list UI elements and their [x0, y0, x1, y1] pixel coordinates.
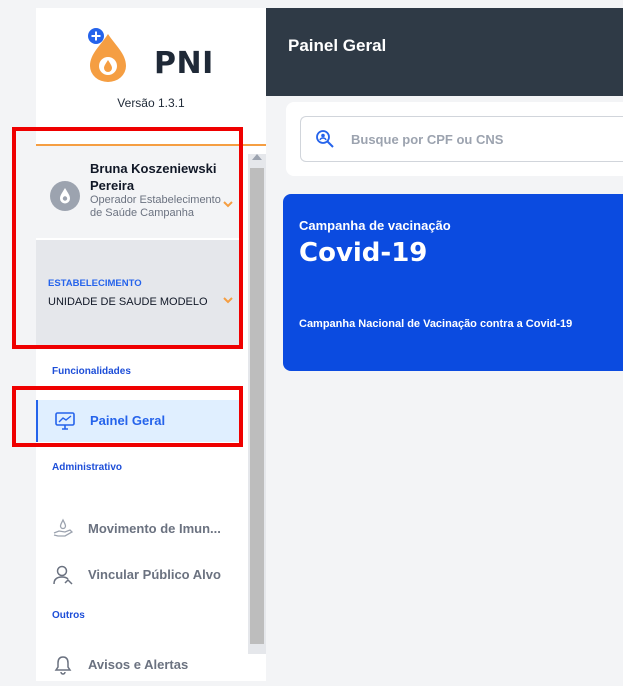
section-title-funcionalidades: Funcionalidades [52, 366, 131, 377]
campaign-title: Covid-19 [299, 238, 428, 268]
section-title-outros: Outros [52, 610, 85, 621]
sidebar-item-movimento-imunobiologicos[interactable]: Movimento de Imun... [36, 508, 241, 550]
highlight-box [12, 386, 243, 447]
header-strip [266, 88, 623, 96]
app-page: PNI Versão 1.3.1 Bruna Koszeniewski Pere… [0, 0, 623, 681]
campaign-kicker: Campanha de vacinação [299, 218, 451, 233]
highlight-box [12, 127, 243, 349]
user-link-icon [53, 565, 73, 585]
hand-drop-icon [53, 518, 74, 537]
scroll-up-arrow-icon[interactable] [252, 154, 262, 160]
search-input[interactable]: Busque por CPF ou CNS [300, 116, 623, 162]
sidebar-item-avisos-alertas[interactable]: Avisos e Alertas [36, 644, 241, 686]
section-title-administrativo: Administrativo [52, 462, 123, 473]
top-header: Painel Geral [266, 8, 623, 88]
pni-logo-icon [88, 28, 126, 82]
search-user-icon [316, 130, 334, 148]
app-logo-text: PNI [154, 46, 214, 81]
app-version: Versão 1.3.1 [117, 96, 185, 110]
campaign-card[interactable]: Campanha de vacinação Covid-19 Campanha … [283, 194, 623, 371]
sidebar-scrollbar-thumb[interactable] [250, 168, 264, 644]
sidebar-item-label: Movimento de Imun... [88, 521, 221, 536]
campaign-description: Campanha Nacional de Vacinação contra a … [299, 318, 573, 330]
main-content [266, 96, 623, 681]
bell-icon [54, 656, 72, 675]
sidebar-item-vincular-publico-alvo[interactable]: Vincular Público Alvo [36, 554, 241, 596]
sidebar-item-label: Avisos e Alertas [88, 657, 189, 672]
page-title: Painel Geral [288, 36, 387, 55]
sidebar-item-label: Vincular Público Alvo [88, 567, 221, 582]
search-placeholder: Busque por CPF ou CNS [351, 132, 504, 147]
